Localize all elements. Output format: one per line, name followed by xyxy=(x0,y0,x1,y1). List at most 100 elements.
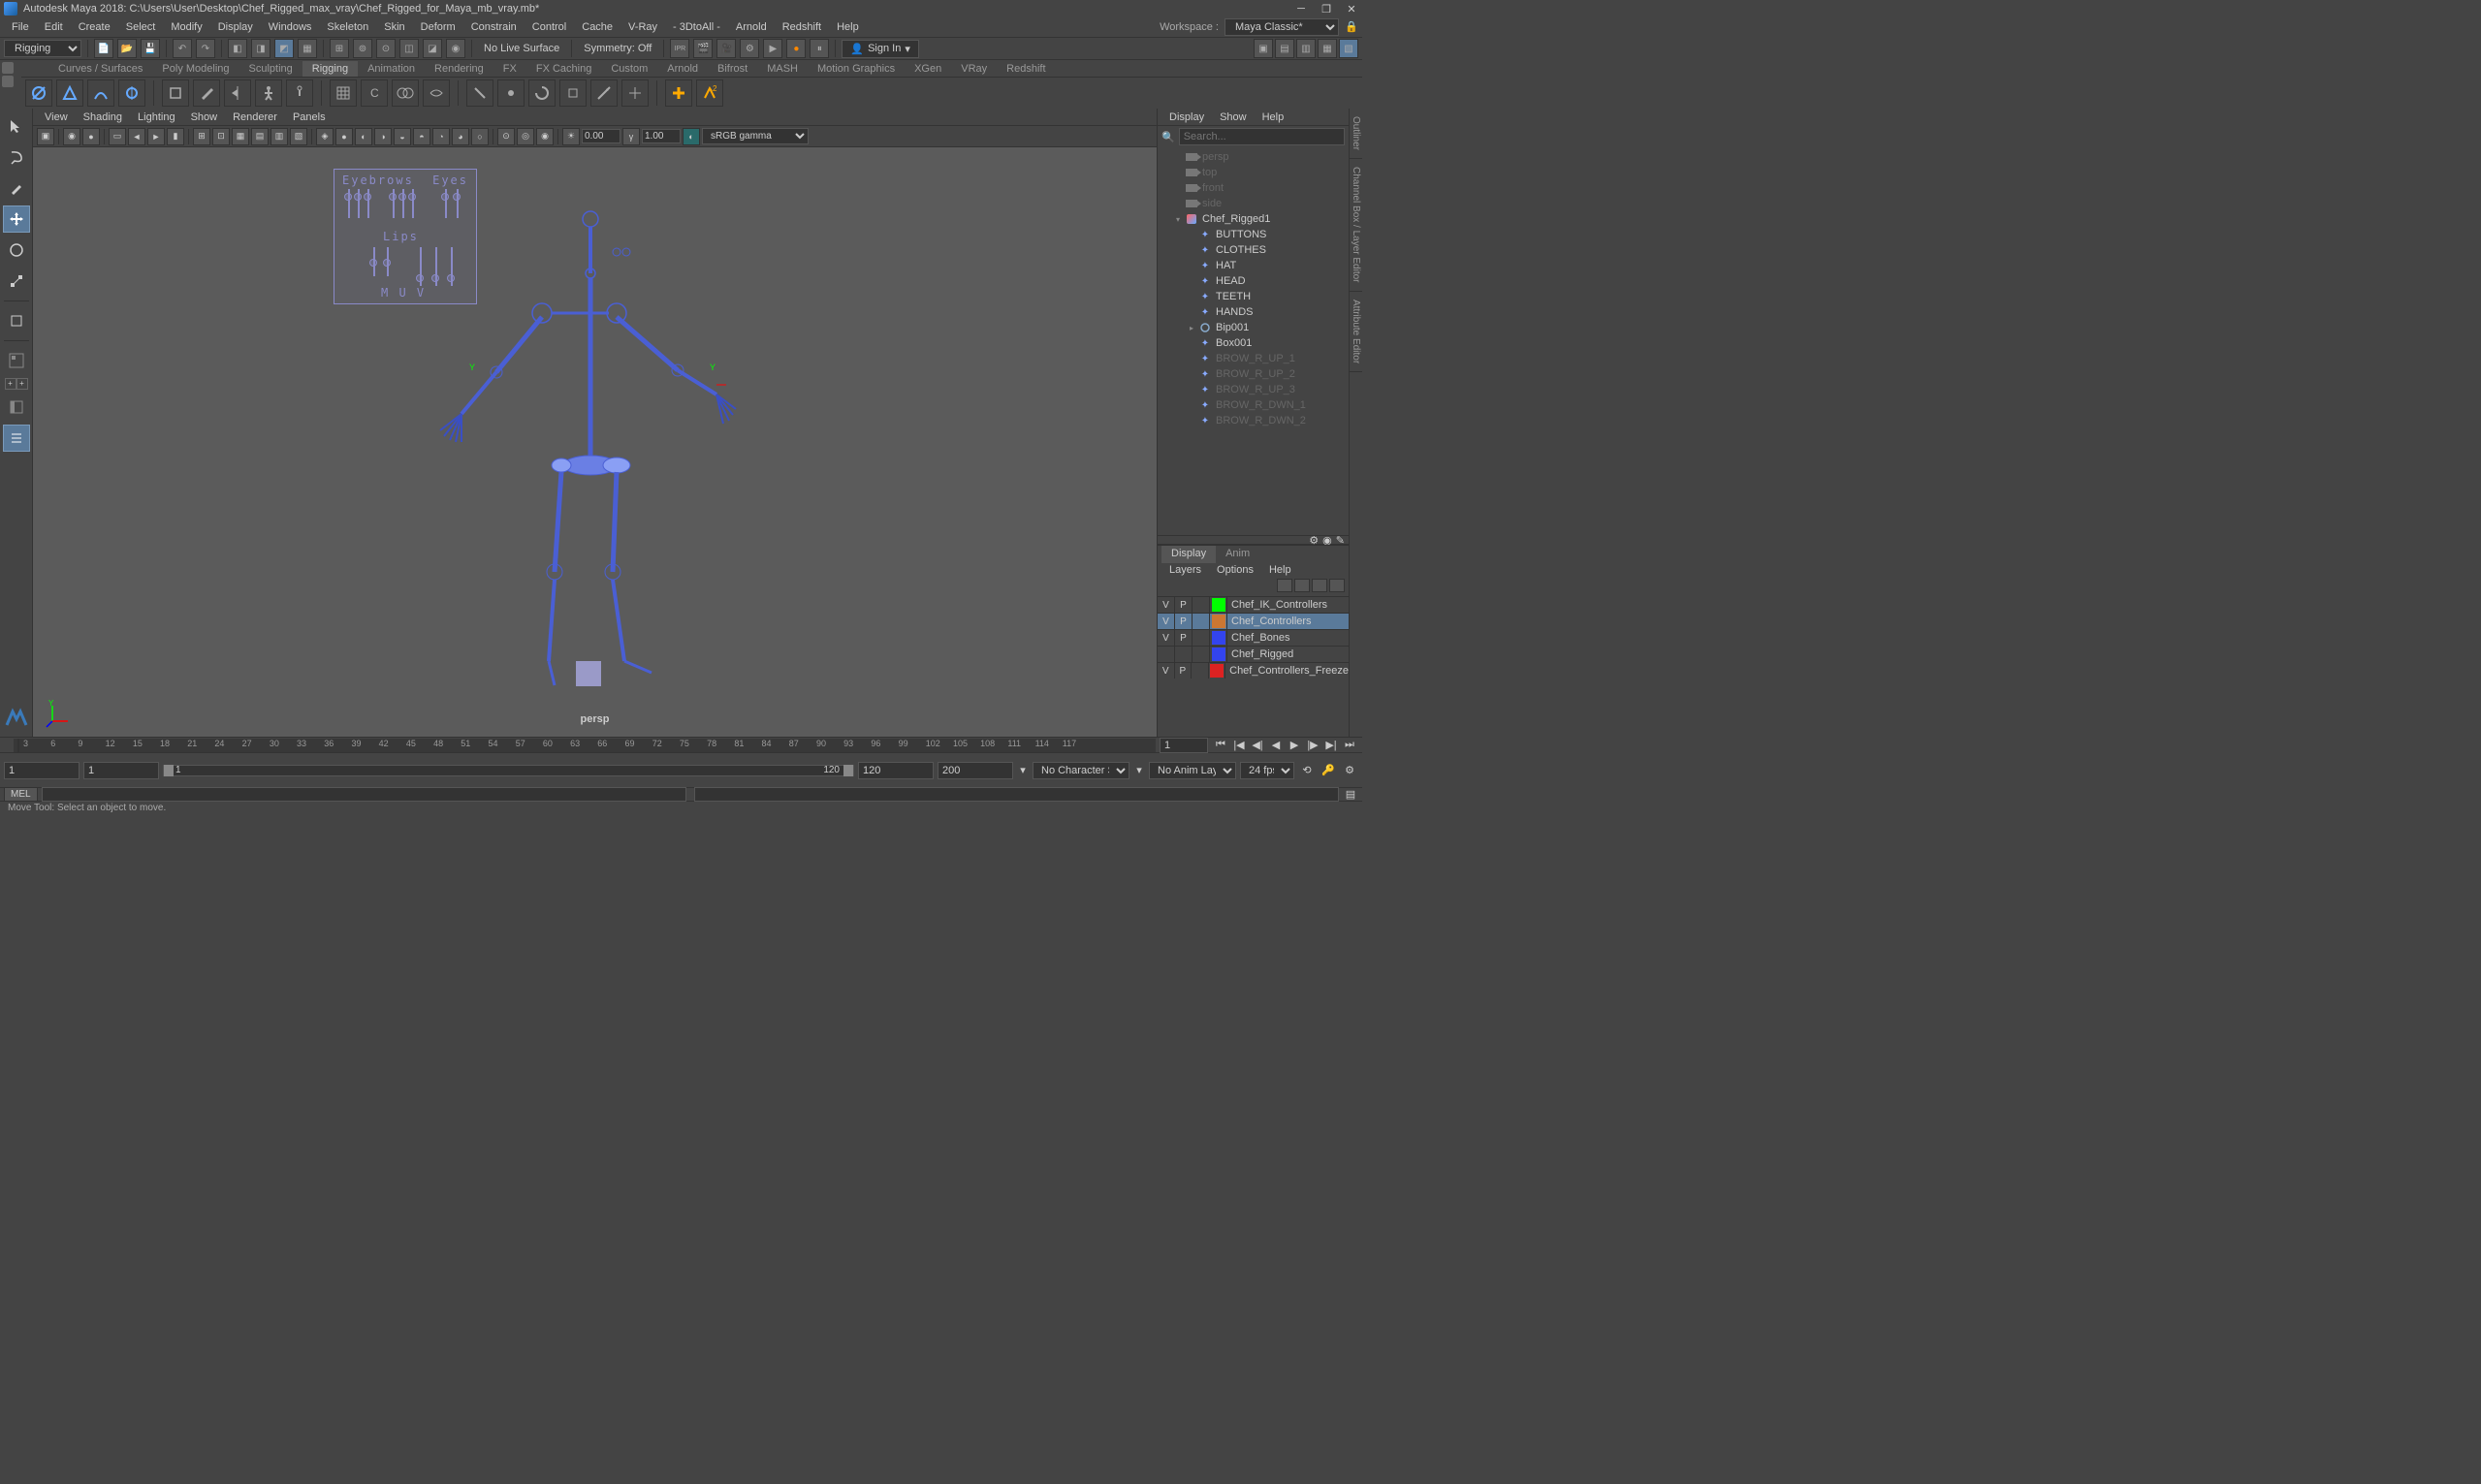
loop-icon[interactable]: ⟲ xyxy=(1298,764,1316,776)
shelf-tab-rendering[interactable]: Rendering xyxy=(425,61,493,77)
step-forward-key[interactable]: ▶| xyxy=(1322,739,1340,751)
select-tool[interactable] xyxy=(3,112,30,140)
shelf-set-driven-key-icon[interactable]: 2 xyxy=(696,79,723,107)
layer-row-chef_bones[interactable]: V P Chef_Bones xyxy=(1158,629,1349,646)
module-select[interactable]: Rigging xyxy=(4,40,81,57)
vp-menu-shading[interactable]: Shading xyxy=(76,110,130,125)
vp-color-mgmt-icon[interactable]: ◐ xyxy=(683,128,700,145)
outliner-menu-display[interactable]: Display xyxy=(1161,110,1212,125)
maximize-button[interactable]: ❐ xyxy=(1320,2,1333,16)
snap-grid-button[interactable]: ⊞ xyxy=(330,39,349,58)
menu-constrain[interactable]: Constrain xyxy=(463,19,525,35)
layer-playback-toggle[interactable]: P xyxy=(1175,630,1193,646)
range-handle-end[interactable] xyxy=(843,765,853,776)
shelf-tab-mash[interactable]: MASH xyxy=(757,61,808,77)
tree-item-brow_r_dwn_1[interactable]: ✦BROW_R_DWN_1 xyxy=(1160,397,1347,413)
shelf-tab-arnold[interactable]: Arnold xyxy=(657,61,708,77)
shelf-tab-motiongraphics[interactable]: Motion Graphics xyxy=(808,61,905,77)
vp-aa[interactable]: ○ xyxy=(471,128,489,145)
side-tab-channelboxlayereditor[interactable]: Channel Box / Layer Editor xyxy=(1350,159,1362,292)
shelf-ik-spline-icon[interactable] xyxy=(87,79,114,107)
layer-color-swatch[interactable] xyxy=(1210,647,1227,662)
tree-item-bip001[interactable]: ▸Bip001 xyxy=(1160,320,1347,335)
layer-color-swatch[interactable] xyxy=(1210,630,1227,646)
expander-icon[interactable]: ▾ xyxy=(1173,214,1183,224)
menu-create[interactable]: Create xyxy=(71,19,118,35)
workspace-select[interactable]: Maya Classic* xyxy=(1225,18,1339,36)
menu-deform[interactable]: Deform xyxy=(413,19,463,35)
layer-visible-toggle[interactable]: V xyxy=(1158,597,1175,613)
lock-icon[interactable]: 🔒 xyxy=(1345,20,1358,34)
vp-film-gate[interactable]: ▮ xyxy=(167,128,184,145)
snap-live-button[interactable]: ◉ xyxy=(446,39,465,58)
vp-image-plane[interactable]: ▭ xyxy=(109,128,126,145)
expander-icon[interactable] xyxy=(1187,261,1196,270)
layer-display-type[interactable] xyxy=(1193,647,1210,662)
layer-visible-toggle[interactable]: V xyxy=(1158,663,1175,679)
shelf-parent-constraint-icon[interactable] xyxy=(466,79,493,107)
shelf-pole-vector-icon[interactable] xyxy=(621,79,649,107)
symmetry-label[interactable]: Symmetry: Off xyxy=(578,43,657,54)
rig-skeleton[interactable]: Y Y xyxy=(401,205,741,700)
shelf-aim-constraint-icon[interactable] xyxy=(590,79,618,107)
menu-help[interactable]: Help xyxy=(829,19,867,35)
menu-redshift[interactable]: Redshift xyxy=(775,19,829,35)
range-menu-icon[interactable]: ▾ xyxy=(1017,764,1029,776)
shelf-insert-joint-icon[interactable] xyxy=(118,79,145,107)
vp-motion-blur[interactable]: ◔ xyxy=(432,128,450,145)
shelf-tab-rigging[interactable]: Rigging xyxy=(302,61,358,77)
menu-control[interactable]: Control xyxy=(525,19,574,35)
tree-item-brow_r_dwn_2[interactable]: ✦BROW_R_DWN_2 xyxy=(1160,413,1347,428)
outliner-search-input[interactable] xyxy=(1179,128,1345,145)
layer-create-empty[interactable] xyxy=(1312,579,1327,592)
modeling-toolkit-toggle[interactable]: ▣ xyxy=(1254,39,1273,58)
snap-point-button[interactable]: ⊙ xyxy=(376,39,396,58)
side-tab-attributeeditor[interactable]: Attribute Editor xyxy=(1350,292,1362,372)
snap-toggle[interactable] xyxy=(3,347,30,374)
expander-icon[interactable] xyxy=(1187,245,1196,255)
tree-item-buttons[interactable]: ✦BUTTONS xyxy=(1160,227,1347,242)
menu-arnold[interactable]: Arnold xyxy=(728,19,775,35)
search-icon[interactable]: 🔍 xyxy=(1161,131,1175,143)
last-tool[interactable] xyxy=(3,307,30,334)
tree-item-brow_r_up_2[interactable]: ✦BROW_R_UP_2 xyxy=(1160,366,1347,382)
outliner-menu-help[interactable]: Help xyxy=(1255,110,1292,125)
expander-icon[interactable] xyxy=(1173,152,1183,162)
layer-row-chef_controllers[interactable]: V P Chef_Controllers xyxy=(1158,613,1349,629)
layer-visible-toggle[interactable]: V xyxy=(1158,614,1175,629)
vp-xray[interactable]: ◎ xyxy=(517,128,534,145)
vp-safe-title[interactable]: ▧ xyxy=(290,128,307,145)
step-back-key[interactable]: |◀ xyxy=(1230,739,1248,751)
shelf-nonlinear-icon[interactable] xyxy=(423,79,450,107)
move-tool[interactable] xyxy=(3,205,30,233)
layer-visible-toggle[interactable] xyxy=(1158,647,1175,662)
paint-select-tool[interactable] xyxy=(3,174,30,202)
minimize-button[interactable]: ─ xyxy=(1294,2,1308,16)
signin-button[interactable]: 👤 Sign In ▾ xyxy=(842,40,918,58)
open-scene-button[interactable]: 📂 xyxy=(117,39,137,58)
vp-exposure-icon[interactable]: ☀ xyxy=(562,128,580,145)
timeline[interactable]: 3691215182124273033363942454851545760636… xyxy=(0,737,1362,752)
outliner-menu-show[interactable]: Show xyxy=(1212,110,1255,125)
layer-display-type[interactable] xyxy=(1193,597,1210,613)
shelf-tab-redshift[interactable]: Redshift xyxy=(997,61,1055,77)
tree-item-persp[interactable]: persp xyxy=(1160,149,1347,165)
side-tab-outliner[interactable]: Outliner xyxy=(1350,109,1362,159)
expander-icon[interactable] xyxy=(1187,230,1196,239)
layer-menu-options[interactable]: Options xyxy=(1209,563,1261,579)
vp-dof[interactable]: ◕ xyxy=(452,128,469,145)
tree-item-head[interactable]: ✦HEAD xyxy=(1160,273,1347,289)
close-button[interactable]: ✕ xyxy=(1345,2,1358,16)
render-frame-button[interactable]: 🎥 xyxy=(716,39,736,58)
go-to-end[interactable]: ⏭ xyxy=(1341,739,1358,751)
layer-display-type[interactable] xyxy=(1192,663,1209,679)
range-slider[interactable]: 1 120 xyxy=(163,765,854,776)
layer-tab-display[interactable]: Display xyxy=(1161,546,1216,563)
expander-icon[interactable] xyxy=(1187,276,1196,286)
playback-start-input[interactable] xyxy=(83,762,159,779)
vp-select-camera[interactable]: ▣ xyxy=(37,128,54,145)
tree-item-brow_r_up_3[interactable]: ✦BROW_R_UP_3 xyxy=(1160,382,1347,397)
menu-display[interactable]: Display xyxy=(210,19,261,35)
render-pause-button[interactable]: ⏸ xyxy=(810,39,829,58)
script-editor-icon[interactable]: ▤ xyxy=(1343,788,1358,801)
